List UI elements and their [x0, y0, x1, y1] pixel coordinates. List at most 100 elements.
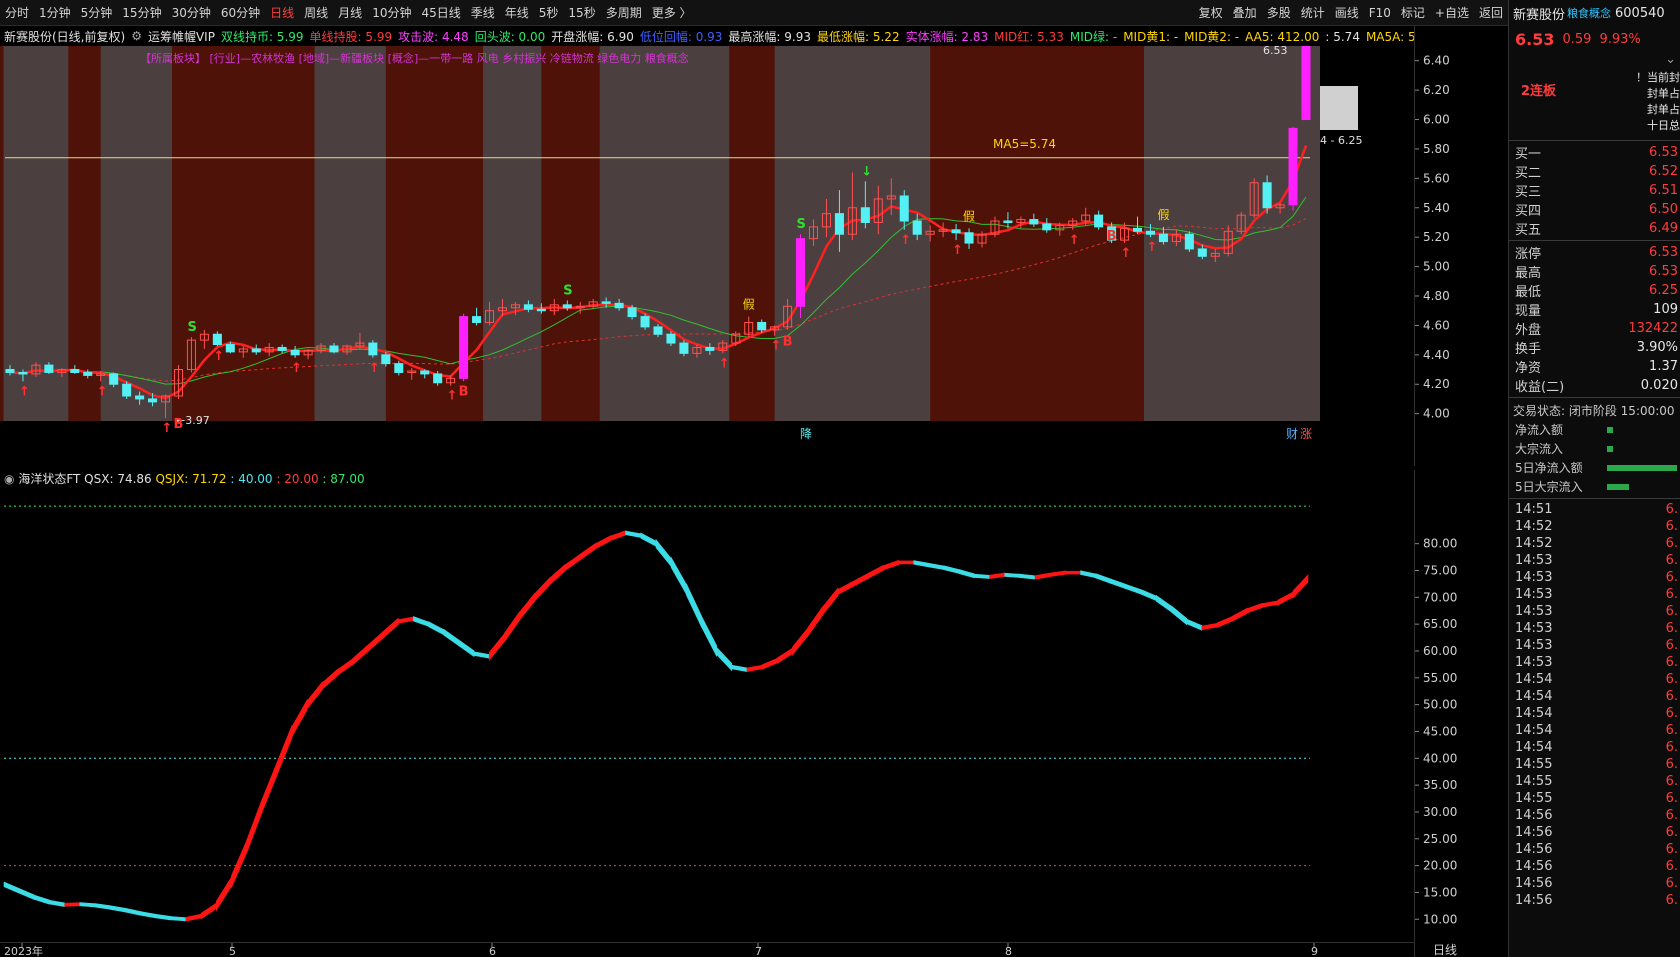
candle-body[interactable]: [83, 371, 93, 376]
stat-row-value: 6.53: [1649, 264, 1678, 279]
candle-body[interactable]: [1042, 223, 1052, 231]
candle-body[interactable]: [225, 344, 235, 353]
period-tab[interactable]: 1分钟: [34, 4, 76, 21]
toolbar-button[interactable]: 统计: [1296, 4, 1330, 21]
candle-body[interactable]: [381, 354, 391, 365]
candle-body[interactable]: [1197, 248, 1207, 257]
tick-list[interactable]: 14:51 6. 14:52 6. 14:52 6. 14:53 6. 14:53 6. 14:53…: [1509, 501, 1680, 909]
event-marker[interactable]: 降: [800, 427, 812, 441]
candle-body[interactable]: [601, 301, 611, 304]
candle-body[interactable]: [251, 348, 261, 353]
candle-body[interactable]: [964, 232, 974, 244]
candle-body[interactable]: [277, 346, 287, 351]
qsx-segment: [170, 916, 187, 922]
collapse-icon[interactable]: ⌄: [1665, 52, 1676, 67]
toolbar-button[interactable]: 叠加: [1228, 4, 1262, 21]
toolbar-button[interactable]: 复权: [1194, 4, 1228, 21]
candle-body[interactable]: [523, 304, 533, 310]
candle-body[interactable]: [912, 220, 922, 235]
period-tab[interactable]: 分时: [0, 4, 34, 21]
toolbar-button[interactable]: 画线: [1330, 4, 1364, 21]
candle-body[interactable]: [536, 308, 546, 312]
period-tab[interactable]: 周线: [299, 4, 333, 21]
period-tab[interactable]: 15分钟: [117, 4, 166, 21]
candle-body[interactable]: [614, 302, 624, 309]
period-tab[interactable]: 多周期: [601, 4, 647, 21]
stat-row-value: 6.53: [1649, 245, 1678, 260]
price-chart[interactable]: MA5=5.74 【所属板块】 [行业]—农林牧渔 [地域]—新疆板块 [概念]—…: [0, 46, 1414, 466]
candle-body[interactable]: [653, 326, 663, 335]
period-tab[interactable]: 5秒: [534, 4, 564, 21]
candle-body[interactable]: [394, 363, 404, 373]
indicator-chart[interactable]: [0, 470, 1414, 945]
indicator-name[interactable]: 运筹帷幄VIP: [148, 28, 215, 45]
period-tab[interactable]: 季线: [466, 4, 500, 21]
settings-icon[interactable]: ⚙: [131, 29, 142, 43]
toolbar-button[interactable]: 返回: [1474, 4, 1508, 21]
candle-body[interactable]: [70, 369, 80, 373]
candle-body[interactable]: [679, 342, 689, 354]
candle-body[interactable]: [951, 229, 961, 234]
candle-body[interactable]: [472, 316, 482, 323]
candle-body[interactable]: [18, 371, 28, 375]
candle-body[interactable]: [329, 345, 339, 353]
period-tab[interactable]: 60分钟: [216, 4, 265, 21]
period-tab[interactable]: 日线: [265, 4, 299, 21]
candlestick-plot[interactable]: MA5=5.74 【所属板块】 [行业]—农林牧渔 [地域]—新疆板块 [概念]—…: [0, 46, 1414, 466]
candle-body[interactable]: [459, 316, 469, 379]
period-tab[interactable]: 更多 〉: [647, 4, 697, 21]
candle-body[interactable]: [1145, 230, 1155, 235]
candle-body[interactable]: [148, 398, 158, 403]
toolbar-button[interactable]: 标记: [1396, 4, 1430, 21]
candle-body[interactable]: [796, 238, 806, 307]
candle-body[interactable]: [834, 213, 844, 235]
toolbar-button[interactable]: 多股: [1262, 4, 1296, 21]
candle-body[interactable]: [212, 333, 222, 346]
toolbar-button[interactable]: +自选: [1430, 4, 1474, 21]
candle-body[interactable]: [109, 373, 119, 385]
period-tab[interactable]: 30分钟: [167, 4, 216, 21]
period-tab[interactable]: 5分钟: [76, 4, 118, 21]
concept-badge[interactable]: 粮食概念: [1567, 5, 1611, 21]
candle-body[interactable]: [368, 342, 378, 356]
indicator-value: 低位回幅: 0.93: [639, 29, 723, 44]
toolbar-button[interactable]: F10: [1364, 6, 1396, 20]
candle-body[interactable]: [1003, 220, 1013, 223]
candle-body[interactable]: [1094, 214, 1104, 228]
period-tab[interactable]: 年线: [500, 4, 534, 21]
indicator-tick-label: 50.00: [1423, 698, 1457, 712]
period-label[interactable]: 日线: [1433, 943, 1457, 957]
indicator-plot[interactable]: [0, 470, 1414, 945]
qsx-segment: [306, 681, 323, 710]
candle-body[interactable]: [420, 370, 430, 375]
period-tab[interactable]: 45日线: [416, 4, 465, 21]
candle-body[interactable]: [122, 383, 132, 397]
candle-body[interactable]: [899, 195, 909, 222]
candle-body[interactable]: [433, 373, 443, 384]
period-tab[interactable]: 月线: [333, 4, 367, 21]
finance-marker[interactable]: 财: [1286, 427, 1298, 441]
candle-body[interactable]: [640, 316, 650, 328]
price-tick-label: 4.20: [1423, 377, 1450, 391]
candle-body[interactable]: [1262, 182, 1272, 209]
period-tab[interactable]: 10分钟: [367, 4, 416, 21]
candle-body[interactable]: [44, 364, 54, 373]
candle-body[interactable]: [666, 333, 676, 344]
candle-body[interactable]: [1158, 233, 1168, 243]
period-tab[interactable]: 15秒: [563, 4, 600, 21]
candle-body[interactable]: [705, 346, 715, 351]
candle-body[interactable]: [1184, 233, 1194, 250]
candle-body[interactable]: [290, 349, 300, 356]
candle-body[interactable]: [627, 307, 637, 318]
candle-body[interactable]: [1029, 219, 1039, 225]
candle-body[interactable]: [5, 369, 15, 373]
limit-up-marker[interactable]: 涨: [1300, 426, 1312, 441]
candle-body[interactable]: [757, 321, 767, 331]
candle-body[interactable]: [860, 207, 870, 223]
candle-body[interactable]: [1288, 127, 1298, 206]
candle-body[interactable]: [562, 304, 572, 309]
candle-body[interactable]: [135, 395, 145, 400]
indicator-toggle-icon[interactable]: ◉: [4, 472, 14, 486]
candle-body[interactable]: [1133, 227, 1143, 232]
candle-body[interactable]: [1301, 46, 1311, 121]
